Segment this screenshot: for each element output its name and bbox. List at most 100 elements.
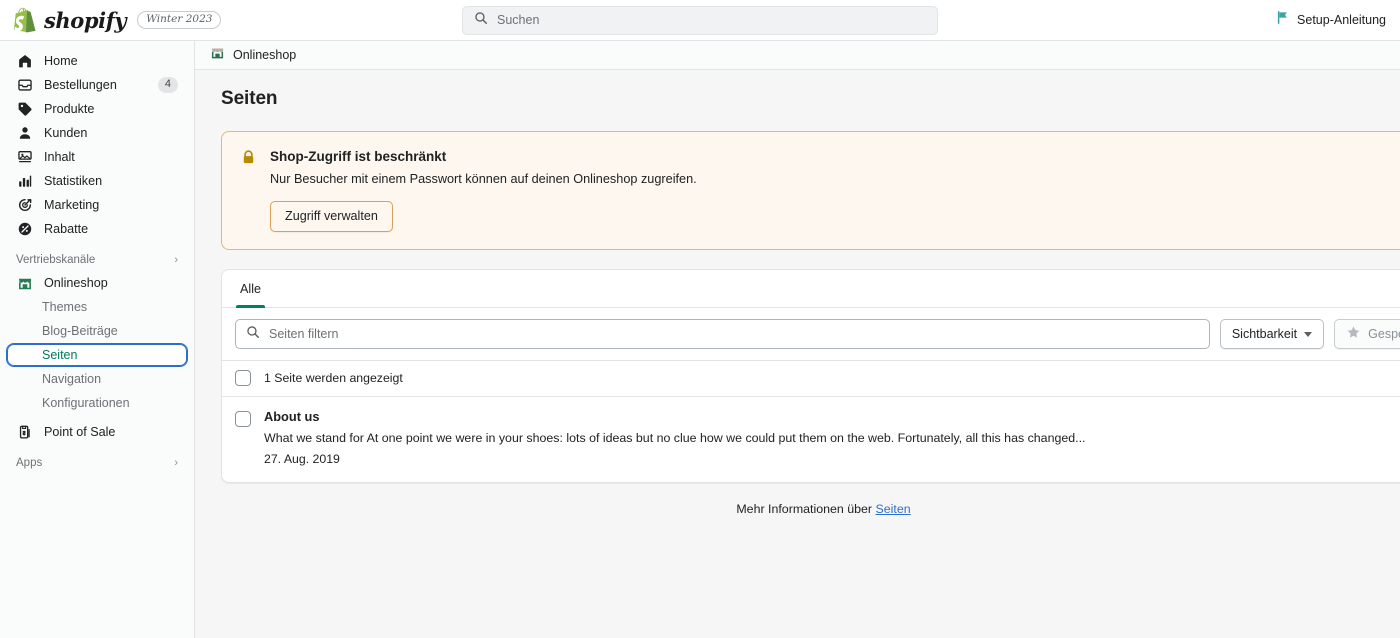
version-badge: Winter 2023	[137, 10, 222, 30]
banner-title: Shop-Zugriff ist beschränkt	[270, 149, 447, 164]
sidebar-item-point-of-sale[interactable]: Point of Sale	[8, 420, 186, 444]
setup-guide-link[interactable]: Setup-Anleitung	[1297, 13, 1386, 27]
body: Home Bestellungen 4 Produkte Kunden Inha…	[0, 41, 1400, 638]
footer-note-text: Mehr Informationen über	[736, 501, 876, 516]
row-content: About us What we stand for At one point …	[264, 409, 1085, 467]
sidebar-group-apps[interactable]: Apps ›	[8, 452, 186, 474]
row-checkbox[interactable]	[235, 411, 251, 428]
sidebar: Home Bestellungen 4 Produkte Kunden Inha…	[0, 41, 195, 638]
marketing-target-icon	[16, 197, 33, 214]
breadcrumb-store-icon	[210, 45, 225, 65]
sidebar-label-themes: Themes	[42, 300, 88, 314]
search-placeholder: Suchen	[497, 13, 540, 27]
setup-flag-icon	[1276, 10, 1290, 30]
products-tag-icon	[16, 101, 33, 118]
top-bar-right: Setup-Anleitung	[1276, 10, 1400, 30]
tab-alle[interactable]: Alle	[230, 270, 271, 309]
filter-bar: Seiten filtern Sichtbarkeit Gespeic	[222, 308, 1400, 360]
sidebar-item-statistiken[interactable]: Statistiken	[8, 169, 186, 193]
shopify-wordmark: shopify	[44, 7, 127, 33]
sidebar-item-seiten[interactable]: Seiten	[6, 343, 188, 367]
sidebar-gap-2	[0, 444, 194, 452]
chevron-right-icon: ›	[174, 254, 178, 266]
sidebar-group-vertriebskanaele[interactable]: Vertriebskanäle ›	[8, 249, 186, 271]
content-inner: Seiten Shop-Zugriff ist beschränkt Nur B…	[195, 88, 1400, 516]
shopify-admin-window: shopify Winter 2023 Suchen Setup-Anleitu…	[0, 0, 1400, 638]
point-of-sale-icon	[16, 424, 33, 441]
top-bar: shopify Winter 2023 Suchen Setup-Anleitu…	[0, 0, 1400, 41]
sidebar-label-navigation: Navigation	[42, 372, 102, 386]
sidebar-label-point-of-sale: Point of Sale	[44, 424, 116, 439]
lock-icon	[240, 149, 257, 232]
analytics-bars-icon	[16, 173, 33, 190]
sidebar-group-apps-label: Apps	[16, 457, 43, 469]
sidebar-label-rabatte: Rabatte	[44, 221, 89, 236]
shopify-logo[interactable]: shopify Winter 2023	[0, 7, 222, 33]
page-content: Seiten Shop-Zugriff ist beschränkt Nur B…	[195, 70, 1400, 638]
sidebar-item-rabatte[interactable]: Rabatte	[8, 217, 186, 241]
sidebar-item-inhalt[interactable]: Inhalt	[8, 145, 186, 169]
sidebar-label-marketing: Marketing	[44, 197, 100, 212]
select-all-row: 1 Seite werden angezeigt	[222, 360, 1400, 396]
search-field[interactable]: Suchen	[462, 5, 938, 35]
sidebar-item-bestellungen[interactable]: Bestellungen 4	[8, 73, 186, 97]
content-media-icon	[16, 149, 33, 166]
star-icon	[1346, 325, 1361, 343]
restricted-access-banner: Shop-Zugriff ist beschränkt Nur Besucher…	[221, 131, 1400, 251]
shopify-bag-icon	[13, 7, 37, 33]
footer-note: Mehr Informationen über Seiten	[221, 483, 1400, 516]
sidebar-label-blog-beitraege: Blog-Beiträge	[42, 324, 118, 338]
row-excerpt: What we stand for At one point we were i…	[264, 430, 1086, 445]
sidebar-item-kunden[interactable]: Kunden	[8, 121, 186, 145]
banner-body: Shop-Zugriff ist beschränkt Nur Besucher…	[270, 148, 1382, 233]
main-area: Onlineshop Seiten Shop-Zugriff ist besch…	[195, 41, 1400, 638]
sidebar-item-onlineshop[interactable]: Onlineshop	[8, 271, 186, 295]
search-icon-filter	[246, 325, 260, 344]
sidebar-item-navigation[interactable]: Navigation	[6, 367, 188, 391]
saved-searches-button[interactable]: Gespeic	[1334, 319, 1400, 350]
sidebar-group-label: Vertriebskanäle	[16, 254, 96, 266]
sidebar-label-seiten: Seiten	[42, 348, 78, 362]
sidebar-item-konfigurationen[interactable]: Konfigurationen	[6, 391, 188, 415]
sidebar-item-blog-beitraege[interactable]: Blog-Beiträge	[6, 319, 188, 343]
chevron-down-icon	[1304, 331, 1313, 337]
breadcrumb-label[interactable]: Onlineshop	[233, 48, 296, 62]
sidebar-item-themes[interactable]: Themes	[6, 295, 188, 319]
select-all-label: 1 Seite werden angezeigt	[264, 371, 403, 386]
sidebar-label-produkte: Produkte	[44, 101, 95, 116]
orders-icon	[16, 77, 33, 94]
chevron-right-icon-apps: ›	[174, 457, 178, 469]
manage-access-button[interactable]: Zugriff verwalten	[270, 201, 393, 233]
breadcrumb: Onlineshop	[195, 41, 1400, 70]
pages-card: Alle Seiten filtern Sichtbarkeit Gesp 1 …	[221, 269, 1400, 483]
search-icon	[474, 11, 488, 30]
visibility-filter-label: Sichtbarkeit	[1231, 327, 1298, 342]
home-icon	[16, 53, 33, 70]
store-icon	[16, 275, 33, 292]
tab-alle-label: Alle	[240, 281, 261, 296]
sidebar-label-onlineshop: Onlineshop	[44, 275, 108, 290]
global-search[interactable]: Suchen	[462, 5, 938, 35]
filter-pages-input[interactable]: Seiten filtern	[235, 319, 1210, 350]
sidebar-label-kunden: Kunden	[44, 125, 88, 140]
table-row[interactable]: About us What we stand for At one point …	[222, 396, 1400, 481]
sidebar-item-home[interactable]: Home	[8, 49, 186, 73]
sidebar-item-marketing[interactable]: Marketing	[8, 193, 186, 217]
tab-list: Alle	[222, 270, 1400, 309]
row-date: 27. Aug. 2019	[264, 451, 340, 466]
discounts-icon	[16, 221, 33, 238]
visibility-filter-button[interactable]: Sichtbarkeit	[1219, 319, 1325, 350]
footer-note-link[interactable]: Seiten	[875, 502, 910, 516]
sidebar-label-statistiken: Statistiken	[44, 173, 103, 188]
sidebar-label-inhalt: Inhalt	[44, 149, 75, 164]
saved-searches-label: Gespeic	[1368, 327, 1400, 342]
orders-count-badge: 4	[157, 76, 178, 94]
select-all-checkbox[interactable]	[235, 370, 251, 387]
banner-text: Nur Besucher mit einem Passwort können a…	[270, 171, 697, 186]
sidebar-item-produkte[interactable]: Produkte	[8, 97, 186, 121]
row-title[interactable]: About us	[264, 409, 1085, 426]
sidebar-label-konfigurationen: Konfigurationen	[42, 396, 130, 410]
sidebar-label-bestellungen: Bestellungen	[44, 77, 117, 92]
filter-pages-placeholder: Seiten filtern	[269, 327, 339, 342]
